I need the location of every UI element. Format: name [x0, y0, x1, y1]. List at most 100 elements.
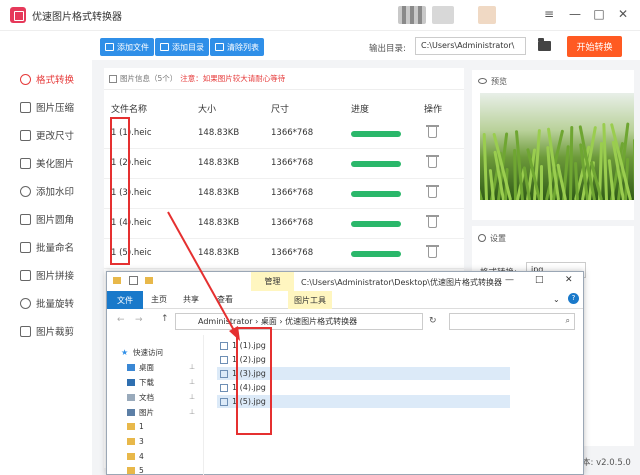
- sidebar-item-resize[interactable]: 更改尺寸: [0, 121, 92, 149]
- image-file-icon: [220, 355, 228, 364]
- tree-item-folder[interactable]: 3: [127, 437, 144, 446]
- user-avatar-icon[interactable]: [398, 6, 426, 24]
- stitch-icon: [20, 269, 31, 281]
- image-file-icon: [220, 341, 228, 350]
- tree-item-pictures[interactable]: 图片: [127, 407, 154, 418]
- sidebar-item-label: 批量命名: [36, 243, 75, 254]
- grass-blade: [569, 125, 574, 200]
- highlight-box: [236, 327, 272, 435]
- forward-icon[interactable]: →: [135, 315, 143, 325]
- picture-icon: [127, 409, 135, 416]
- sidebar-item-compress[interactable]: 图片压缩: [0, 93, 92, 121]
- sidebar-item-format-convert[interactable]: 格式转换: [0, 65, 92, 93]
- maximize-icon[interactable]: □: [588, 4, 610, 24]
- sidebar-item-crop[interactable]: 图片裁剪: [0, 317, 92, 345]
- sidebar-item-rotate[interactable]: 批量旋转: [0, 289, 92, 317]
- user-name: [432, 6, 454, 24]
- file-explorer-window: 管理 C:\Users\Administrator\Desktop\优速图片格式…: [106, 271, 584, 475]
- sidebar-item-round-corner[interactable]: 图片圆角: [0, 205, 92, 233]
- table-row[interactable]: 1 (3).heic 148.83KB 1366*768: [104, 179, 464, 209]
- tab-picture-tools[interactable]: 图片工具: [288, 291, 332, 309]
- sidebar: 格式转换 图片压缩 更改尺寸 美化图片 添加水印 图片圆角 批量命名 图片拼接 …: [0, 60, 92, 475]
- checkbox-icon[interactable]: [129, 276, 138, 285]
- tree-item-folder[interactable]: 5: [127, 466, 144, 475]
- pin-icon: ⊥: [189, 363, 196, 371]
- minimize-icon[interactable]: —: [564, 4, 586, 24]
- menu-icon[interactable]: ≡: [538, 4, 560, 24]
- tree-item-downloads[interactable]: 下载: [127, 377, 154, 388]
- help-icon[interactable]: ?: [568, 293, 579, 304]
- vip-icon[interactable]: [478, 6, 496, 24]
- tab-home[interactable]: 主页: [151, 294, 167, 305]
- trash-icon[interactable]: [426, 215, 439, 228]
- tree-item-documents[interactable]: 文档: [127, 392, 154, 403]
- tree-item-folder[interactable]: 1: [127, 422, 144, 431]
- sidebar-item-watermark[interactable]: 添加水印: [0, 177, 92, 205]
- manage-tab[interactable]: 管理: [251, 272, 294, 291]
- star-icon: ★: [121, 348, 129, 357]
- file-plus-icon: [105, 43, 114, 51]
- address-crumb[interactable]: Administrator: [198, 317, 253, 326]
- folder-icon: [113, 277, 121, 284]
- sidebar-item-label: 格式转换: [36, 75, 75, 86]
- clear-list-button[interactable]: 清除列表: [210, 38, 264, 56]
- file-size: 148.83KB: [198, 248, 240, 258]
- sidebar-item-label: 添加水印: [36, 187, 75, 198]
- download-icon: [127, 379, 135, 386]
- rotate-icon: [20, 297, 31, 309]
- preview-image: [480, 93, 634, 200]
- table-row[interactable]: 1 (4).heic 148.83KB 1366*768: [104, 209, 464, 239]
- sidebar-item-batch-rename[interactable]: 批量命名: [0, 233, 92, 261]
- pin-icon: ⊥: [189, 393, 196, 401]
- tree-label: 文档: [139, 393, 154, 402]
- address-crumb[interactable]: 桌面: [261, 317, 277, 326]
- beautify-icon: [20, 157, 31, 169]
- tab-file[interactable]: 文件: [107, 291, 143, 309]
- close-icon[interactable]: ✕: [565, 275, 573, 285]
- table-row[interactable]: 1 (5).heic 148.83KB 1366*768: [104, 239, 464, 269]
- sidebar-item-beautify[interactable]: 美化图片: [0, 149, 92, 177]
- tab-view[interactable]: 查看: [217, 294, 233, 305]
- folder-plus-icon: [160, 43, 169, 51]
- sidebar-item-stitch[interactable]: 图片拼接: [0, 261, 92, 289]
- output-path-field[interactable]: C:\Users\Administrator\: [415, 37, 526, 55]
- panel-header: 图片信息（5个） 注意：如果图片较大请耐心等待: [104, 68, 464, 90]
- folder-icon[interactable]: [538, 38, 551, 51]
- trash-icon[interactable]: [426, 245, 439, 258]
- gear-icon: [478, 234, 486, 242]
- trash-icon[interactable]: [426, 185, 439, 198]
- sidebar-item-label: 更改尺寸: [36, 131, 75, 142]
- file-size: 148.83KB: [198, 218, 240, 228]
- trash-icon[interactable]: [426, 125, 439, 138]
- trash-icon[interactable]: [426, 155, 439, 168]
- col-header-name: 文件名称: [111, 105, 148, 115]
- app-window: 优速图片格式转换器 ≡ — □ ✕ 添加文件 添加目录 清除列表 输出目录: C…: [0, 0, 640, 475]
- tree-item-quick-access[interactable]: ★ 快速访问: [121, 347, 163, 358]
- address-crumb[interactable]: 优速图片格式转换器: [285, 317, 357, 326]
- tree-label: 图片: [139, 408, 154, 417]
- file-dim: 1366*768: [271, 128, 314, 138]
- preview-panel: 预览: [472, 70, 634, 220]
- tree-item-desktop[interactable]: 桌面: [127, 362, 154, 373]
- refresh-icon[interactable]: ↻: [429, 316, 437, 326]
- minimize-icon[interactable]: —: [505, 275, 514, 285]
- tree-item-folder[interactable]: 4: [127, 452, 144, 461]
- convert-icon: [20, 73, 31, 85]
- tree-label: 4: [139, 452, 144, 461]
- add-file-button[interactable]: 添加文件: [100, 38, 154, 56]
- table-row[interactable]: 1 (1).heic 148.83KB 1366*768: [104, 119, 464, 149]
- close-icon[interactable]: ✕: [612, 4, 634, 24]
- address-bar[interactable]: Administrator › 桌面 › 优速图片格式转换器: [175, 313, 423, 330]
- app-title: 优速图片格式转换器: [32, 11, 122, 23]
- maximize-icon[interactable]: □: [535, 275, 544, 285]
- back-icon[interactable]: ←: [117, 315, 125, 325]
- col-header-dim: 尺寸: [271, 105, 290, 115]
- pin-icon: ⊥: [189, 378, 196, 386]
- up-icon[interactable]: ↑: [161, 314, 169, 324]
- start-convert-button[interactable]: 开始转换: [567, 36, 622, 57]
- chevron-down-icon[interactable]: ⌄: [553, 295, 560, 304]
- search-input[interactable]: ⌕: [449, 313, 575, 330]
- add-dir-button[interactable]: 添加目录: [155, 38, 209, 56]
- table-row[interactable]: 1 (2).heic 148.83KB 1366*768: [104, 149, 464, 179]
- tab-share[interactable]: 共享: [183, 294, 199, 305]
